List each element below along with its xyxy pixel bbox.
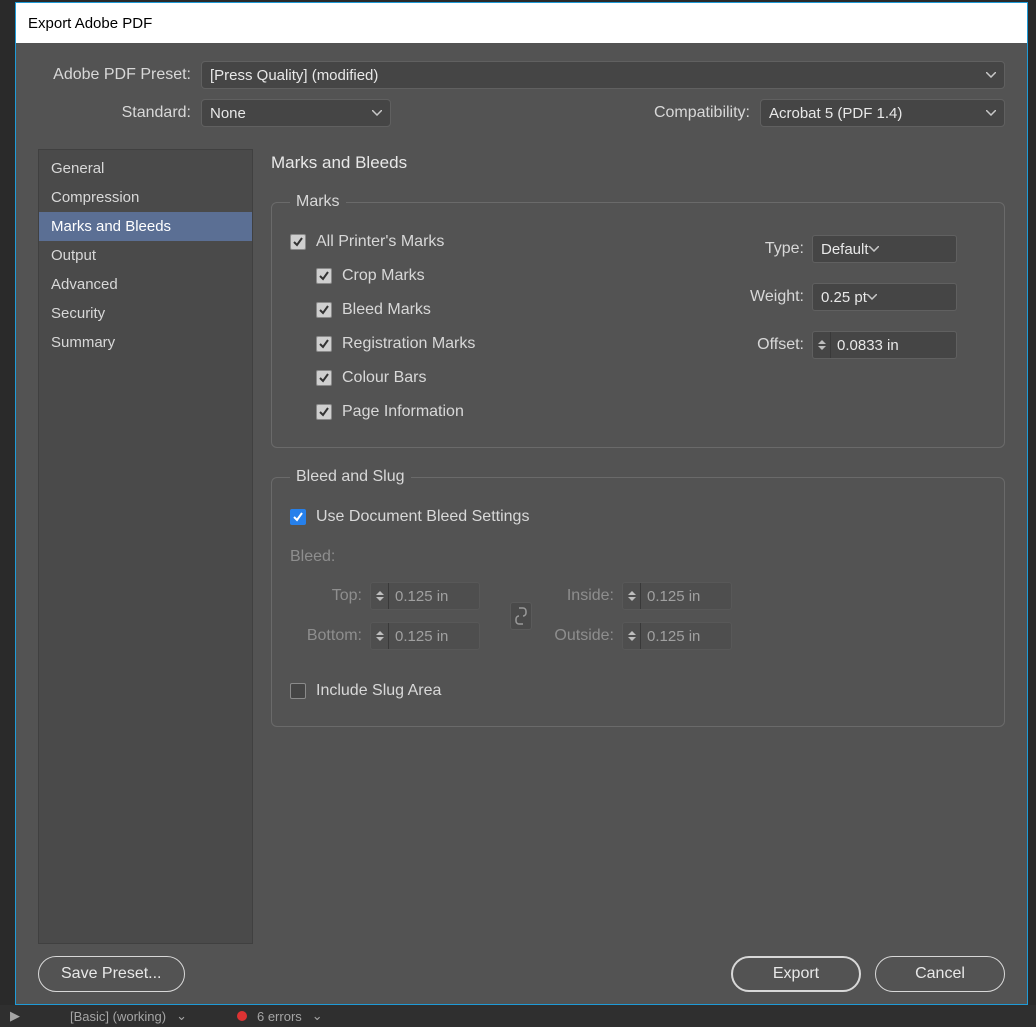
weight-value: 0.25 pt — [821, 289, 867, 306]
save-preset-button[interactable]: Save Preset... — [38, 956, 185, 992]
weight-label: Weight: — [726, 288, 812, 306]
weight-dropdown[interactable]: 0.25 pt — [812, 283, 957, 311]
include-slug-checkbox[interactable] — [290, 683, 306, 699]
cancel-button[interactable]: Cancel — [875, 956, 1005, 992]
use-doc-bleed-label: Use Document Bleed Settings — [316, 508, 529, 526]
preset-label: Adobe PDF Preset: — [38, 66, 201, 84]
play-icon: ▶ — [10, 1008, 20, 1024]
sidebar-item-advanced[interactable]: Advanced — [39, 270, 252, 299]
spinner-icon[interactable] — [371, 623, 389, 649]
standard-label: Standard: — [38, 104, 201, 122]
preset-value: [Press Quality] (modified) — [210, 67, 378, 84]
type-label: Type: — [726, 240, 812, 258]
bleed-grid: Top: 0.125 in Bottom: 0.125 i — [290, 576, 986, 656]
marks-and-bleeds-panel: Marks and Bleeds Marks All Printer's Mar… — [271, 149, 1005, 944]
spinner-icon[interactable] — [813, 332, 831, 358]
bleed-marks-row[interactable]: Bleed Marks — [316, 293, 726, 327]
bleed-inside-label: Inside: — [542, 587, 622, 605]
spinner-icon[interactable] — [371, 583, 389, 609]
chevron-down-icon — [869, 246, 879, 252]
type-dropdown[interactable]: Default — [812, 235, 957, 263]
offset-label: Offset: — [726, 336, 812, 354]
bleed-inside-value: 0.125 in — [647, 588, 700, 605]
bleed-label: Bleed: — [290, 548, 986, 566]
chevron-down-icon — [372, 110, 382, 116]
marks-legend: Marks — [290, 193, 346, 211]
compat-value: Acrobat 5 (PDF 1.4) — [769, 105, 902, 122]
bleed-top-value: 0.125 in — [395, 588, 448, 605]
colour-bars-checkbox[interactable] — [316, 370, 332, 386]
page-information-row[interactable]: Page Information — [316, 395, 726, 429]
bleed-bottom-label: Bottom: — [290, 627, 370, 645]
all-printers-marks-checkbox[interactable] — [290, 234, 306, 250]
error-icon — [237, 1011, 247, 1021]
sidebar-item-output[interactable]: Output — [39, 241, 252, 270]
bleed-marks-checkbox[interactable] — [316, 302, 332, 318]
header-section: Adobe PDF Preset: [Press Quality] (modif… — [16, 43, 1027, 149]
registration-marks-label: Registration Marks — [342, 335, 475, 353]
spinner-icon[interactable] — [623, 583, 641, 609]
dialog-title: Export Adobe PDF — [28, 15, 152, 32]
bleed-outside-field[interactable]: 0.125 in — [622, 622, 732, 650]
standard-dropdown[interactable]: None — [201, 99, 391, 127]
bleed-top-field[interactable]: 0.125 in — [370, 582, 480, 610]
link-values-icon[interactable] — [510, 602, 532, 630]
content-row: General Compression Marks and Bleeds Out… — [16, 149, 1027, 944]
standard-value: None — [210, 105, 246, 122]
chevron-down-icon — [867, 294, 877, 300]
sidebar-item-marks-and-bleeds[interactable]: Marks and Bleeds — [39, 212, 252, 241]
category-sidebar: General Compression Marks and Bleeds Out… — [38, 149, 253, 944]
sidebar-item-security[interactable]: Security — [39, 299, 252, 328]
all-printers-marks-row[interactable]: All Printer's Marks — [290, 225, 726, 259]
bleed-inside-field[interactable]: 0.125 in — [622, 582, 732, 610]
all-printers-marks-label: All Printer's Marks — [316, 233, 444, 251]
crop-marks-row[interactable]: Crop Marks — [316, 259, 726, 293]
bleed-and-slug-group: Bleed and Slug Use Document Bleed Settin… — [271, 468, 1005, 727]
status-bar: ▶ [Basic] (working) ⌄ 6 errors ⌄ — [0, 1005, 1036, 1027]
crop-marks-checkbox[interactable] — [316, 268, 332, 284]
bleed-top-label: Top: — [290, 587, 370, 605]
sidebar-item-compression[interactable]: Compression — [39, 183, 252, 212]
type-value: Default — [821, 241, 869, 258]
offset-field[interactable]: 0.0833 in — [812, 331, 957, 359]
page-information-label: Page Information — [342, 403, 464, 421]
chevron-down-icon: ⌄ — [312, 1008, 323, 1024]
preset-dropdown[interactable]: [Press Quality] (modified) — [201, 61, 1005, 89]
compat-dropdown[interactable]: Acrobat 5 (PDF 1.4) — [760, 99, 1005, 127]
registration-marks-row[interactable]: Registration Marks — [316, 327, 726, 361]
dialog-title-bar: Export Adobe PDF — [16, 3, 1027, 43]
export-pdf-dialog: Export Adobe PDF Adobe PDF Preset: [Pres… — [15, 2, 1028, 1005]
colour-bars-label: Colour Bars — [342, 369, 426, 387]
bleed-legend: Bleed and Slug — [290, 468, 411, 486]
chevron-down-icon: ⌄ — [176, 1008, 187, 1024]
compat-label: Compatibility: — [654, 104, 760, 122]
spinner-icon[interactable] — [623, 623, 641, 649]
offset-value: 0.0833 in — [837, 337, 899, 354]
crop-marks-label: Crop Marks — [342, 267, 425, 285]
include-slug-row[interactable]: Include Slug Area — [290, 674, 986, 708]
dialog-footer: Save Preset... Export Cancel — [16, 944, 1027, 1004]
status-errors: 6 errors — [257, 1009, 302, 1024]
sidebar-item-general[interactable]: General — [39, 154, 252, 183]
chevron-down-icon — [986, 72, 996, 78]
bleed-outside-label: Outside: — [542, 627, 622, 645]
include-slug-label: Include Slug Area — [316, 682, 441, 700]
dialog-body: Adobe PDF Preset: [Press Quality] (modif… — [16, 43, 1027, 1004]
bleed-bottom-field[interactable]: 0.125 in — [370, 622, 480, 650]
use-doc-bleed-row[interactable]: Use Document Bleed Settings — [290, 500, 986, 534]
page-information-checkbox[interactable] — [316, 404, 332, 420]
sidebar-item-summary[interactable]: Summary — [39, 328, 252, 357]
bleed-marks-label: Bleed Marks — [342, 301, 431, 319]
chevron-down-icon — [986, 110, 996, 116]
colour-bars-row[interactable]: Colour Bars — [316, 361, 726, 395]
panel-title: Marks and Bleeds — [271, 153, 1005, 173]
marks-group: Marks All Printer's Marks Crop Marks — [271, 193, 1005, 448]
use-doc-bleed-checkbox[interactable] — [290, 509, 306, 525]
bleed-outside-value: 0.125 in — [647, 628, 700, 645]
registration-marks-checkbox[interactable] — [316, 336, 332, 352]
bleed-bottom-value: 0.125 in — [395, 628, 448, 645]
export-button[interactable]: Export — [731, 956, 861, 992]
status-doc: [Basic] (working) — [70, 1009, 166, 1024]
